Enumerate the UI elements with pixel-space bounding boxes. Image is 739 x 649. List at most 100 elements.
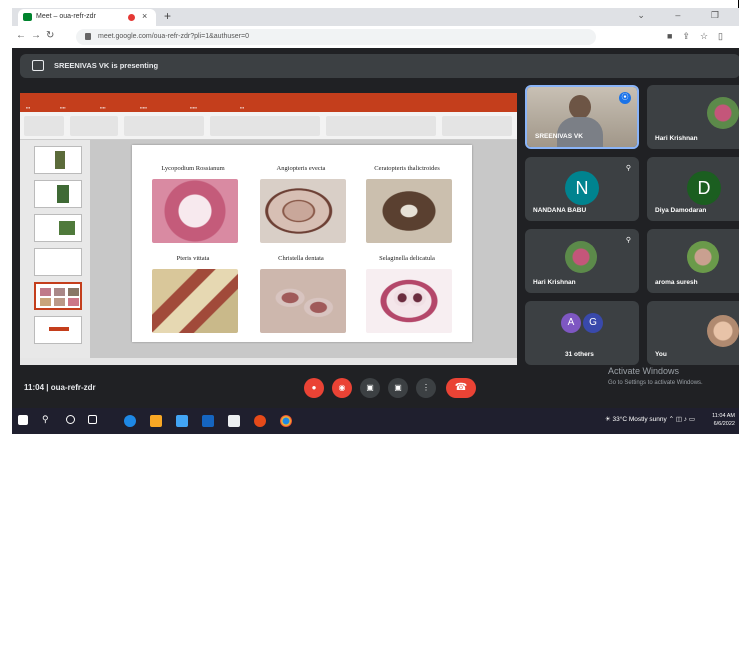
meeting-time: 11:04 xyxy=(24,383,45,392)
camera-icon[interactable]: ■ xyxy=(667,31,682,41)
participant-name: SREENIVAS VK xyxy=(535,133,583,140)
ppt-tab: ▪▪▪▪▪ xyxy=(140,105,148,110)
app-icon[interactable] xyxy=(228,415,240,427)
store-icon[interactable] xyxy=(176,415,188,427)
meet-window: SREENIVAS VK is presenting ▪▪▪ ▪▪▪▪ ▪▪▪▪… xyxy=(12,48,739,408)
system-tray[interactable]: ☀ 33°C Mostly sunny ⌃ ◫ ♪ ▭ xyxy=(605,415,695,423)
browser-tab[interactable]: Meet – oua-refr-zdr × xyxy=(18,9,156,26)
present-button[interactable]: ▣ xyxy=(388,378,408,398)
participant-tile-others[interactable]: A G 31 others xyxy=(525,301,639,365)
ppt-tab: ▪▪▪▪▪ xyxy=(190,105,198,110)
participant-name: You xyxy=(655,351,667,358)
activate-windows-watermark: Activate Windows xyxy=(608,366,680,376)
window-controls[interactable]: ⌄ – ❐ xyxy=(637,10,733,21)
reload-icon[interactable]: ↻ xyxy=(46,30,59,41)
mic-off-icon: ● xyxy=(311,383,317,392)
weather-text: 33°C Mostly sunny xyxy=(612,416,667,423)
new-tab-button[interactable]: + xyxy=(164,9,171,23)
captions-button[interactable]: ▣ xyxy=(360,378,380,398)
species-label: Selaginella delicatula xyxy=(379,255,435,262)
section-image-pteris xyxy=(152,269,238,333)
present-icon: ▣ xyxy=(394,383,402,392)
ppt-tab: ▪▪▪▪ xyxy=(100,105,106,110)
participant-tile[interactable]: D Diya Damodaran xyxy=(647,157,739,221)
mic-off-button[interactable]: ● xyxy=(304,378,324,398)
participant-name: aroma suresh xyxy=(655,279,698,286)
ribbon-group xyxy=(210,116,320,136)
mail-icon[interactable] xyxy=(202,415,214,427)
more-vert-icon: ⋮ xyxy=(422,383,430,392)
taskbar-clock[interactable]: 11:04 AM 6/6/2022 xyxy=(712,412,735,428)
clock-date: 6/6/2022 xyxy=(713,421,735,427)
participant-photo xyxy=(687,241,719,273)
section-image-lycopodium xyxy=(152,179,238,243)
participant-photo xyxy=(565,241,597,273)
participant-name: Hari Krishnan xyxy=(655,135,698,142)
ppt-tab: ▪▪▪▪ xyxy=(60,105,66,110)
shared-screen: ▪▪▪ ▪▪▪▪ ▪▪▪▪ ▪▪▪▪▪ ▪▪▪▪▪ ▪▪▪ Lycopodium… xyxy=(20,93,517,365)
present-screen-icon xyxy=(32,60,44,71)
nav-buttons[interactable]: ←→↻ xyxy=(16,30,59,41)
task-view-icon[interactable] xyxy=(88,415,97,424)
slide-thumbnail xyxy=(34,146,82,174)
participant-photo xyxy=(707,315,739,347)
share-icon[interactable]: ⇪ xyxy=(682,31,700,41)
recording-dot-icon xyxy=(128,14,135,21)
mic-muted-icon: ⚲ xyxy=(625,237,631,244)
bookmark-star-icon[interactable]: ☆ xyxy=(700,31,718,41)
participant-tile[interactable]: N ⚲ NANDANA BABU xyxy=(525,157,639,221)
participant-tile-presenter[interactable]: ⦿ SREENIVAS VK xyxy=(525,85,639,149)
cortana-icon[interactable] xyxy=(66,415,75,424)
slide-thumbnail xyxy=(34,214,82,242)
participant-tile[interactable]: aroma suresh xyxy=(647,229,739,293)
windows-taskbar: ⚲ ☀ 33°C Mostly sunny ⌃ ◫ ♪ ▭ 11:04 AM 6… xyxy=(12,408,739,434)
participant-avatar: D xyxy=(687,171,721,205)
species-label: Ceratopteris thalictroides xyxy=(374,165,440,172)
speaking-indicator-icon: ⦿ xyxy=(619,92,631,104)
weather-icon: ☀ xyxy=(604,416,611,423)
slide-thumbnail xyxy=(34,248,82,276)
tray-icons[interactable]: ⌃ ◫ ♪ ▭ xyxy=(669,416,695,423)
participant-tile-self[interactable]: You xyxy=(647,301,739,365)
sidepanel-icon[interactable]: ▯ xyxy=(718,31,733,41)
species-label: Pteris vittata xyxy=(176,255,210,262)
participant-avatar: N xyxy=(565,171,599,205)
section-image-selaginella xyxy=(366,269,452,333)
app-icon[interactable] xyxy=(254,415,266,427)
slide-thumbnail xyxy=(34,316,82,344)
current-slide: Lycopodium Rossianum Angiopteris evecta … xyxy=(132,145,472,342)
close-tab-icon[interactable]: × xyxy=(142,11,147,21)
forward-icon[interactable]: → xyxy=(31,30,46,41)
participant-name: 31 others xyxy=(565,351,594,358)
edge-icon[interactable] xyxy=(124,415,136,427)
ppt-title-bar xyxy=(20,93,517,103)
participant-photo xyxy=(707,97,739,129)
ribbon-group xyxy=(124,116,204,136)
participant-name: Hari Krishnan xyxy=(533,279,576,286)
ppt-ribbon xyxy=(20,112,517,140)
participant-name: Diya Damodaran xyxy=(655,207,707,214)
participant-tile[interactable]: ⚲ Hari Krishnan xyxy=(525,229,639,293)
camera-off-button[interactable]: ◉ xyxy=(332,378,352,398)
species-label: Angiopteris evecta xyxy=(276,165,326,172)
end-call-button[interactable]: ☎ xyxy=(446,378,476,398)
meeting-separator: | xyxy=(46,383,49,392)
ppt-tab: ▪▪▪ xyxy=(26,105,31,110)
ppt-ribbon-tabs: ▪▪▪ ▪▪▪▪ ▪▪▪▪ ▪▪▪▪▪ ▪▪▪▪▪ ▪▪▪ xyxy=(20,103,517,112)
address-bar[interactable]: meet.google.com/oua-refr-zdr?pli=1&authu… xyxy=(76,29,596,45)
back-icon[interactable]: ← xyxy=(16,30,31,41)
browser-actions[interactable]: ■⇪☆▯ xyxy=(667,31,733,42)
windows-start-icon[interactable] xyxy=(18,415,28,425)
slide-thumbnail xyxy=(34,180,82,208)
search-icon[interactable]: ⚲ xyxy=(42,414,54,426)
chrome-icon[interactable] xyxy=(280,415,292,427)
participant-avatar: A xyxy=(561,313,581,333)
participant-tile[interactable]: Hari Krishnan xyxy=(647,85,739,149)
ribbon-group xyxy=(442,116,512,136)
more-options-button[interactable]: ⋮ xyxy=(416,378,436,398)
ribbon-group xyxy=(326,116,436,136)
file-explorer-icon[interactable] xyxy=(150,415,162,427)
camera-off-icon: ◉ xyxy=(338,383,346,392)
captions-icon: ▣ xyxy=(366,383,374,392)
section-image-angiopteris xyxy=(260,179,346,243)
